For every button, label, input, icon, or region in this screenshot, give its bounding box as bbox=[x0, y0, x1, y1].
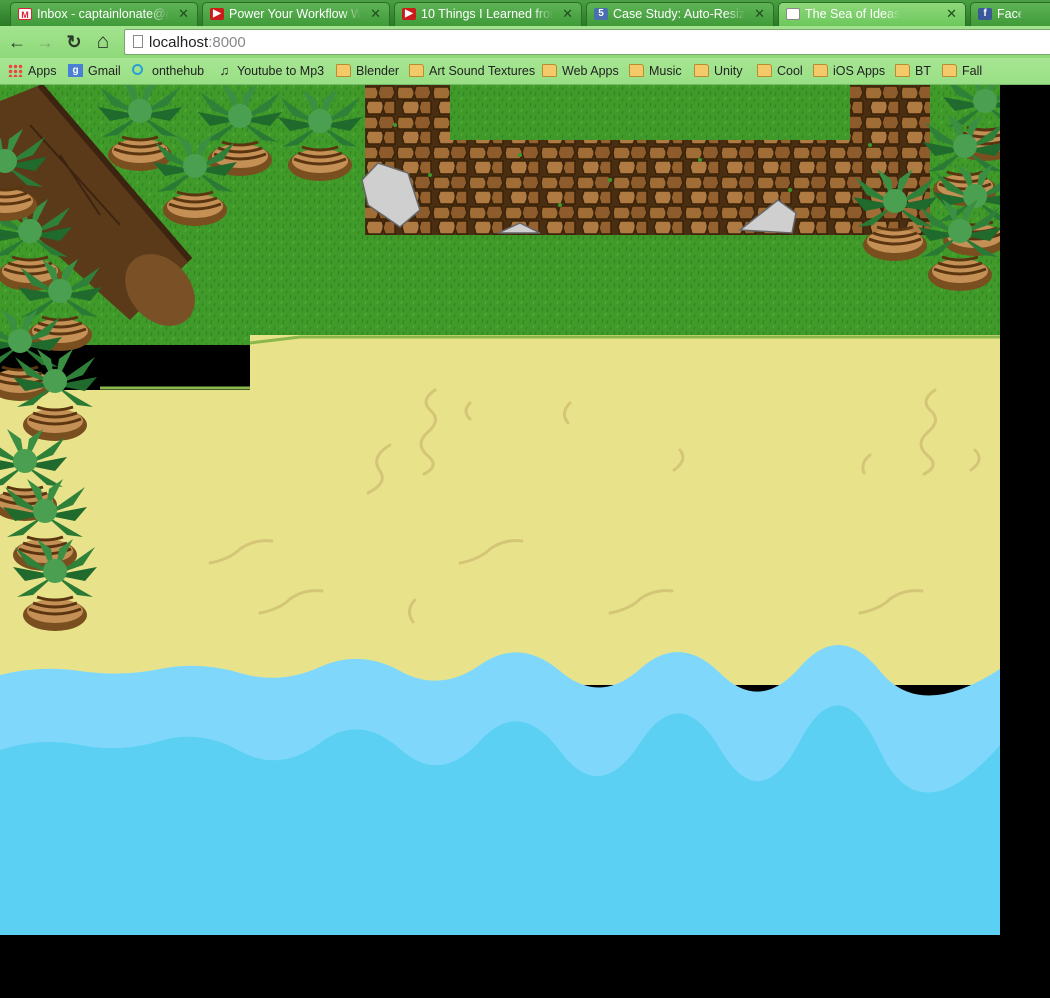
bookmark-youtube-to-mp3[interactable]: ♫ Youtube to Mp3 bbox=[217, 62, 324, 80]
close-icon[interactable]: ✕ bbox=[754, 3, 765, 25]
bookmark-gmail[interactable]: g Gmail bbox=[68, 62, 121, 80]
folder-icon bbox=[895, 64, 910, 77]
tab-title: Facebook bbox=[997, 7, 1022, 21]
home-icon: ⌂ bbox=[96, 30, 110, 53]
bookmark-unity[interactable]: Unity bbox=[694, 62, 742, 80]
tab-case-study[interactable]: 5 Case Study: Auto-Resizing ✕ bbox=[586, 2, 774, 26]
page-icon bbox=[786, 8, 800, 20]
page-icon bbox=[133, 35, 143, 48]
folder-icon bbox=[942, 64, 957, 77]
tab-title: Inbox - captainlonate@gmail.com bbox=[37, 7, 169, 21]
tab-title: The Sea of Ideas bbox=[805, 7, 901, 21]
bookmark-label: Apps bbox=[28, 64, 57, 78]
forward-button[interactable]: → bbox=[34, 31, 56, 53]
bookmark-label: Gmail bbox=[88, 64, 121, 78]
youtube-icon: ▶ bbox=[210, 8, 224, 20]
bookmark-music[interactable]: Music bbox=[629, 62, 682, 80]
tab-strip: M Inbox - captainlonate@gmail.com ✕ ▶ Po… bbox=[0, 0, 1050, 26]
bookmarks-bar: Apps g Gmail onthehub ♫ Youtube to Mp3 B… bbox=[0, 58, 1050, 85]
folder-icon bbox=[336, 64, 351, 77]
close-icon[interactable]: ✕ bbox=[178, 3, 189, 25]
tab-power-workflow[interactable]: ▶ Power Your Workflow With ✕ bbox=[202, 2, 390, 26]
tab-10-things[interactable]: ▶ 10 Things I Learned from ✕ bbox=[394, 2, 582, 26]
bookmark-fall[interactable]: Fall bbox=[942, 62, 982, 80]
bookmark-cool[interactable]: Cool bbox=[757, 62, 803, 80]
forward-arrow-icon: → bbox=[36, 32, 54, 52]
bookmark-label: Unity bbox=[714, 64, 743, 78]
bookmark-label: BT bbox=[915, 64, 931, 78]
bookmark-label: Youtube to Mp3 bbox=[237, 64, 325, 78]
bookmark-label: Cool bbox=[777, 64, 803, 78]
bookmark-label: Art Sound Textures bbox=[429, 64, 536, 78]
gmail-icon: M bbox=[18, 8, 32, 20]
tab-sea-of-ideas[interactable]: The Sea of Ideas ✕ bbox=[778, 2, 966, 26]
home-button[interactable]: ⌂ bbox=[92, 31, 114, 53]
google-icon: g bbox=[68, 64, 83, 77]
bookmark-bt[interactable]: BT bbox=[895, 62, 931, 80]
folder-icon bbox=[813, 64, 828, 77]
bookmark-label: onthehub bbox=[152, 64, 205, 78]
folder-icon bbox=[542, 64, 557, 77]
folder-icon bbox=[757, 64, 772, 77]
address-bar[interactable]: localhost:8000 bbox=[124, 29, 1050, 55]
onthehub-icon bbox=[132, 64, 143, 75]
back-button[interactable]: ← bbox=[6, 31, 28, 53]
facebook-icon: f bbox=[978, 8, 992, 20]
bookmark-label: Music bbox=[649, 64, 682, 78]
reload-button[interactable]: ↻ bbox=[63, 31, 85, 53]
bookmark-label: Fall bbox=[962, 64, 983, 78]
bookmark-blender[interactable]: Blender bbox=[336, 62, 399, 80]
back-arrow-icon: ← bbox=[8, 32, 26, 52]
url-port: :8000 bbox=[208, 34, 246, 51]
bookmark-art-sound-textures[interactable]: Art Sound Textures bbox=[409, 62, 535, 80]
reload-icon: ↻ bbox=[66, 32, 82, 52]
bookmark-onthehub[interactable]: onthehub bbox=[132, 62, 204, 80]
game-scene bbox=[0, 85, 1000, 935]
tab-title: 10 Things I Learned from bbox=[421, 7, 553, 21]
toolbar: ← → ↻ ⌂ localhost:8000 bbox=[0, 26, 1050, 58]
bookmark-label: Blender bbox=[356, 64, 400, 78]
game-canvas[interactable] bbox=[0, 85, 1000, 935]
tab-facebook[interactable]: f Facebook bbox=[970, 2, 1050, 26]
bookmark-label: Web Apps bbox=[562, 64, 619, 78]
bookmark-web-apps[interactable]: Web Apps bbox=[542, 62, 619, 80]
close-icon[interactable]: ✕ bbox=[946, 3, 957, 25]
bookmark-apps[interactable]: Apps bbox=[8, 62, 57, 80]
window-background bbox=[1000, 85, 1050, 998]
tab-title: Case Study: Auto-Resizing bbox=[613, 7, 745, 21]
folder-icon bbox=[694, 64, 709, 77]
bookmark-ios-apps[interactable]: iOS Apps bbox=[813, 62, 885, 80]
music-note-icon: ♫ bbox=[219, 63, 230, 78]
url-host: localhost bbox=[149, 34, 209, 51]
folder-icon bbox=[629, 64, 644, 77]
close-icon[interactable]: ✕ bbox=[562, 3, 573, 25]
tab-title: Power Your Workflow With bbox=[229, 7, 361, 21]
folder-icon bbox=[409, 64, 424, 77]
youtube-icon: ▶ bbox=[402, 8, 416, 20]
tab-inbox[interactable]: M Inbox - captainlonate@gmail.com ✕ bbox=[10, 2, 198, 26]
url-text[interactable]: localhost:8000 bbox=[149, 34, 246, 51]
apps-grid-icon bbox=[8, 64, 23, 77]
html5-icon: 5 bbox=[594, 8, 608, 20]
bookmark-label: iOS Apps bbox=[833, 64, 886, 78]
close-icon[interactable]: ✕ bbox=[370, 3, 381, 25]
